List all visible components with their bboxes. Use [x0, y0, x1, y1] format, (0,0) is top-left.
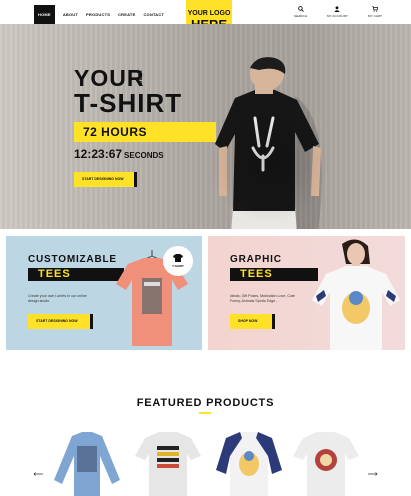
hero-hours-banner: 72 HOURS: [74, 122, 216, 142]
timer-unit: SECONDS: [124, 151, 164, 160]
promo-customizable-tees[interactable]: CUSTOMIZABLE TEES Create your own t-shir…: [6, 236, 202, 350]
search-button[interactable]: SEARCH: [294, 6, 307, 18]
account-label: MY ACCOUNT: [327, 14, 348, 18]
nav-products[interactable]: PRODUCTS: [86, 12, 110, 17]
promo-bar: TEES: [28, 268, 124, 281]
cart-button[interactable]: MY CART: [368, 6, 382, 18]
product-blue-longsleeve[interactable]: [52, 430, 122, 496]
main-nav: HOME ABOUT PRODUCTS CREATE CONTACT: [34, 5, 172, 24]
promo-description: Create your own t-shirts in our online d…: [28, 294, 87, 304]
model-graphic-tee-image: [312, 239, 400, 350]
promo-heading: GRAPHIC: [230, 254, 282, 265]
promo-start-designing-button[interactable]: START DESIGNING NOW: [28, 314, 93, 329]
site-header: HOME ABOUT PRODUCTS CREATE CONTACT YOUR …: [0, 0, 411, 40]
timer-value: 12:23:67: [74, 147, 123, 161]
user-icon: [335, 6, 340, 12]
promo-graphic-tees[interactable]: GRAPHIC TEES Ideals, Gift Poses, Motivat…: [208, 236, 405, 350]
hero-title-line2: T-SHIRT: [74, 88, 183, 118]
product-white-text-tee[interactable]: [133, 430, 203, 496]
cart-icon: [372, 6, 379, 12]
promo-desc-line2: Funny, Animals Sports Edge...: [230, 299, 279, 303]
tshirt-badge: T-SHIRT: [163, 246, 193, 276]
shop-now-button[interactable]: SHOP NOW: [230, 314, 275, 329]
start-designing-button[interactable]: START DESIGNING NOW: [74, 172, 137, 187]
model-photo: [215, 57, 322, 229]
promo-heading: CUSTOMIZABLE: [28, 254, 117, 265]
nav-create[interactable]: CREATE: [118, 12, 135, 17]
nav-about[interactable]: ABOUT: [63, 12, 78, 17]
account-button[interactable]: MY ACCOUNT: [327, 6, 348, 18]
nav-home[interactable]: HOME: [34, 5, 55, 24]
countdown-timer: 12:23:67 SECONDS: [74, 147, 164, 163]
badge-label: T-SHIRT: [172, 264, 184, 268]
featured-divider: [199, 412, 211, 414]
featured-products-title: FEATURED PRODUCTS: [136, 397, 275, 409]
hero-tag: BEST: [138, 69, 144, 85]
nav-contact[interactable]: CONTACT: [143, 12, 164, 17]
promo-bar: TEES: [230, 268, 318, 281]
product-raglan-tee[interactable]: [214, 430, 284, 496]
search-icon: [297, 6, 304, 12]
hero-banner: YOUR BEST T-SHIRT 72 HOURS 12:23:67 SECON…: [0, 24, 411, 229]
promo-description: Ideals, Gift Poses, Motivation Love, Cut…: [230, 294, 295, 304]
promo-desc-line2: design studio.: [28, 299, 51, 303]
cart-label: MY CART: [368, 14, 383, 18]
arrow-left-icon[interactable]: [33, 472, 43, 476]
product-ram-tee[interactable]: [291, 430, 361, 496]
arrow-right-icon[interactable]: [368, 472, 378, 476]
search-label: SEARCH: [294, 14, 308, 18]
tshirt-icon: [173, 254, 183, 262]
hero-title-line1: YOUR: [74, 65, 145, 91]
